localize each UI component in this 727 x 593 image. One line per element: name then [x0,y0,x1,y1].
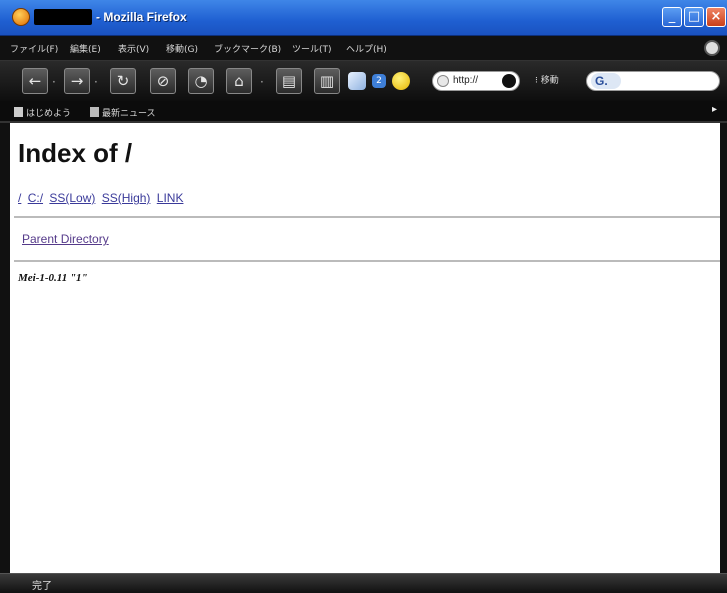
page-content: Index of / / C:/ SS(Low) SS(High) LINK P… [10,124,720,573]
bookmarks-toolbar: はじめよう 最新ニュース [0,101,727,123]
menu-bookmarks[interactable]: ブックマーク(B) [214,42,281,55]
print-button[interactable]: ▤ [276,68,302,94]
link-c-drive[interactable]: C:/ [28,191,43,205]
server-signature: Mei-1-0.11 "1" [18,272,88,284]
menu-edit[interactable]: 編集(E) [70,42,101,55]
menu-go[interactable]: 移動(G) [166,42,198,55]
navigation-toolbar: ← · → · ↻ ⊘ ◔ ⌂ · ▤ ▥ 2 http:// ⁝ 移動 G. [0,61,727,101]
menu-file[interactable]: ファイル(F) [10,42,58,55]
reload-button[interactable]: ↻ [110,68,136,94]
site-identity-icon[interactable] [437,75,449,87]
bookmark-getting-started[interactable]: はじめよう [14,106,71,119]
redacted-title-block [34,9,92,25]
status-bar: 完了 [0,573,727,593]
parent-directory-link[interactable]: Parent Directory [22,232,109,246]
firefox-icon [12,8,30,26]
maximize-button[interactable]: □ [684,7,704,27]
window-frame-left [0,123,10,573]
menu-tools[interactable]: ツール(T) [292,42,332,55]
divider-top [14,216,720,218]
window-frame-right [720,123,727,573]
link-link[interactable]: LINK [157,191,184,205]
status-text: 完了 [32,581,52,592]
rss-feed-icon [90,107,99,117]
bookmark-label: はじめよう [26,109,72,119]
window-titlebar[interactable]: - Mozilla Firefox _ □ × [0,0,727,36]
directory-nav-links: / C:/ SS(Low) SS(High) LINK [18,191,186,205]
bookmarks-overflow-chevron-icon[interactable]: ▸ [712,104,717,115]
toolbar-separator: · [260,75,264,89]
notification-badge[interactable]: 2 [372,74,386,88]
close-button[interactable]: × [706,7,726,27]
smiley-icon[interactable] [392,72,410,90]
divider-bottom [14,260,720,262]
page-icon [14,107,23,117]
history-button[interactable]: ◔ [188,68,214,94]
activity-throbber-icon [704,40,720,56]
menu-view[interactable]: 表示(V) [118,42,149,55]
bookmark-latest-news[interactable]: 最新ニュース [90,106,156,119]
menu-help[interactable]: ヘルプ(H) [346,42,387,55]
back-button[interactable]: ← [22,68,48,94]
trash-button[interactable]: ▥ [314,68,340,94]
stop-button[interactable]: ⊘ [150,68,176,94]
address-input[interactable]: http:// [453,75,478,86]
link-root[interactable]: / [18,191,21,205]
go-label: 移動 [540,76,559,86]
search-bar[interactable]: G. [586,71,720,91]
search-engine-google-icon[interactable]: G. [591,73,621,89]
go-button[interactable]: ⁝ 移動 [535,73,559,86]
forward-button[interactable]: → [64,68,90,94]
menu-bar: ファイル(F) 編集(E) 表示(V) 移動(G) ブックマーク(B) ツール(… [0,36,727,61]
forward-dropmarker-icon[interactable]: · [94,75,98,89]
page-title: Index of / [18,138,133,168]
tag-icon[interactable] [348,72,366,90]
link-ss-low[interactable]: SS(Low) [49,191,95,205]
url-go-icon[interactable] [502,74,516,88]
window-title: - Mozilla Firefox [96,10,187,24]
home-button[interactable]: ⌂ [226,68,252,94]
address-bar[interactable]: http:// [432,71,520,91]
minimize-button[interactable]: _ [662,7,682,27]
back-dropmarker-icon[interactable]: · [52,75,56,89]
bookmark-label: 最新ニュース [102,109,156,119]
link-ss-high[interactable]: SS(High) [102,191,151,205]
